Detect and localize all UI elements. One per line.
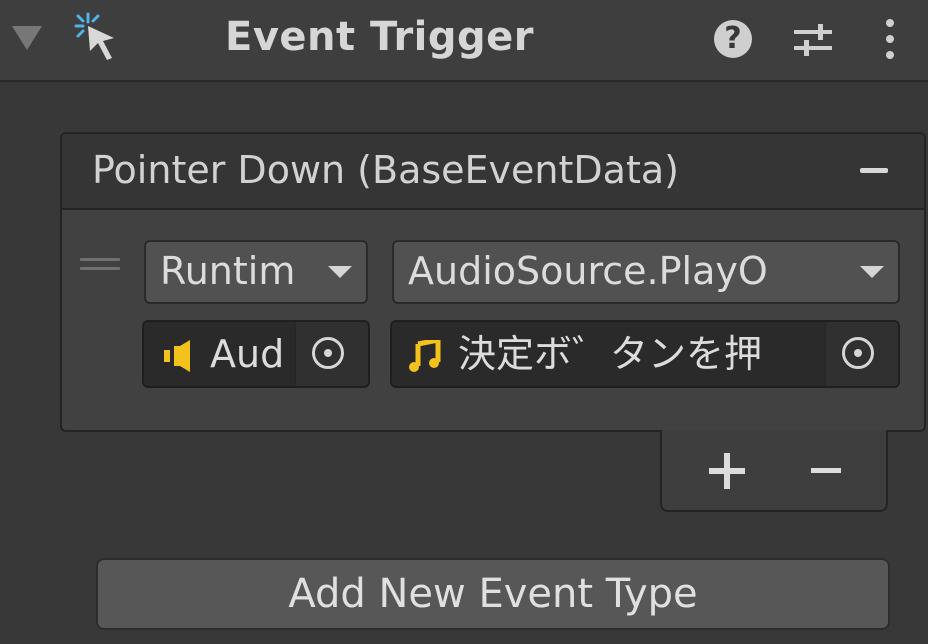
audio-source-icon [164, 340, 190, 372]
chevron-down-icon [328, 266, 352, 278]
object-picker-button[interactable] [825, 322, 898, 386]
runtime-mode-value: Runtim [160, 249, 296, 293]
target-object-value: Aud [210, 332, 285, 376]
preset-icon[interactable] [792, 20, 834, 60]
argument-object-value: 決定ボ゛タンを押 [458, 332, 763, 376]
add-new-event-type-button[interactable]: Add New Event Type [96, 558, 890, 630]
list-footer [660, 430, 888, 512]
help-icon[interactable]: ? [714, 20, 752, 58]
runtime-mode-dropdown[interactable]: Runtim [144, 240, 368, 304]
drag-handle-icon[interactable] [80, 258, 120, 272]
minus-icon [811, 468, 841, 473]
pointer-down-event-list: Pointer Down (BaseEventData) Runtim Audi… [60, 132, 926, 432]
add-listener-button[interactable] [702, 448, 752, 498]
context-menu-icon[interactable] [880, 16, 900, 62]
remove-listener-button[interactable] [804, 448, 854, 498]
object-picker-button[interactable] [295, 322, 368, 386]
event-type-title: Pointer Down (BaseEventData) [92, 148, 679, 192]
chevron-down-icon [860, 266, 884, 278]
argument-object-field[interactable]: 決定ボ゛タンを押 [390, 320, 900, 388]
target-object-field[interactable]: Aud [142, 320, 370, 388]
foldout-triangle-icon[interactable] [12, 26, 42, 50]
remove-event-icon[interactable] [860, 168, 888, 173]
audio-clip-icon [409, 340, 441, 372]
event-header: Pointer Down (BaseEventData) [62, 134, 924, 210]
function-dropdown[interactable]: AudioSource.PlayO [392, 240, 900, 304]
event-trigger-icon [74, 12, 114, 60]
component-title: Event Trigger [225, 14, 534, 60]
function-value: AudioSource.PlayO [408, 249, 768, 293]
component-header: Event Trigger ? [0, 0, 928, 82]
